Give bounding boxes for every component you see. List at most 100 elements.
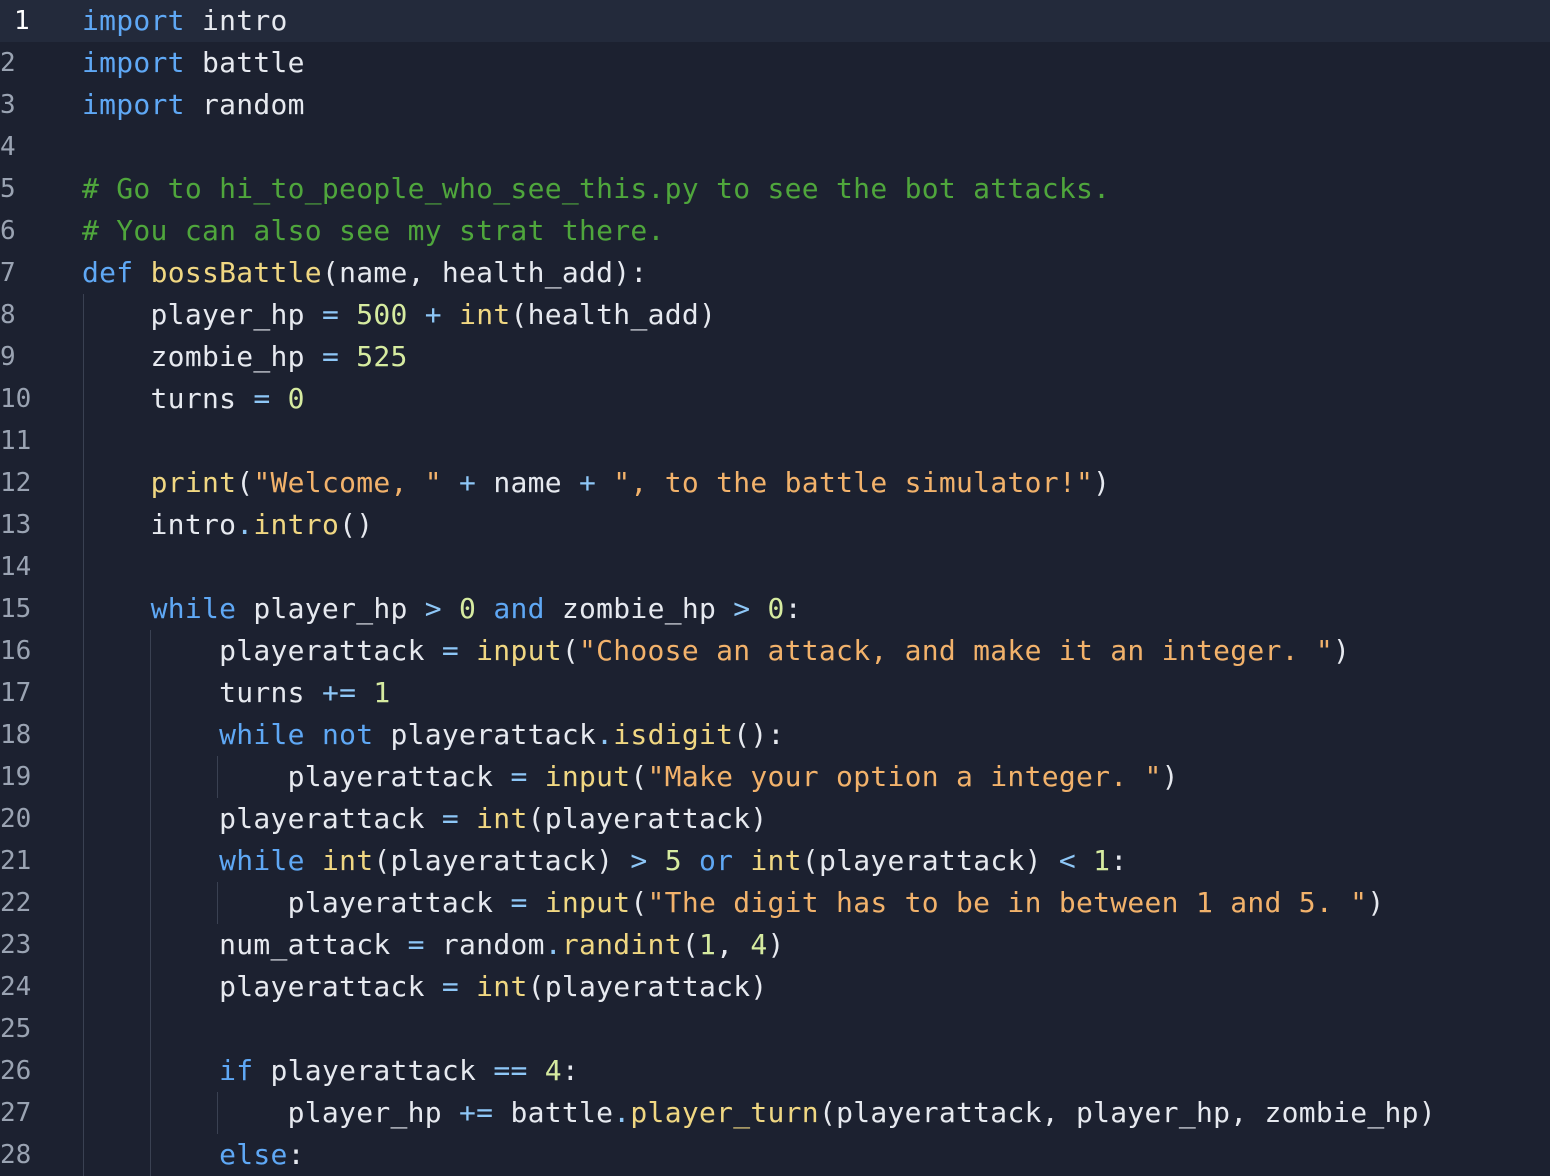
code-text: num_attack = random.randint(1, 4)	[82, 924, 785, 966]
code-token: =	[321, 340, 340, 373]
code-text: playerattack = int(playerattack)	[82, 798, 768, 840]
code-token: playerattack	[82, 970, 442, 1003]
code-token: 525	[356, 340, 408, 373]
code-token: (	[630, 760, 648, 793]
code-line[interactable]: 7 def bossBattle(name, health_add):	[0, 252, 1550, 294]
code-token: +	[459, 466, 477, 499]
code-line[interactable]: 19 playerattack = input("Make your optio…	[0, 756, 1550, 798]
code-text: zombie_hp = 525	[82, 336, 408, 378]
code-token: (playerattack)	[373, 844, 631, 877]
code-line[interactable]: 5 # Go to hi_to_people_who_see_this.py to…	[0, 168, 1550, 210]
code-line[interactable]: 12 print("Welcome, " + name + ", to the …	[0, 462, 1550, 504]
code-line[interactable]: 21 while int(playerattack) > 5 or int(pl…	[0, 840, 1550, 882]
line-number: 4	[0, 132, 16, 162]
code-line[interactable]: 14	[0, 546, 1550, 588]
code-line[interactable]: 9 zombie_hp = 525	[0, 336, 1550, 378]
code-token: 0	[287, 382, 305, 415]
code-line[interactable]: 20 playerattack = int(playerattack)	[0, 798, 1550, 840]
code-text: import intro	[82, 0, 288, 42]
code-token: turns	[82, 676, 322, 709]
code-token: (name, health_add):	[321, 256, 648, 289]
code-token: 4	[544, 1054, 562, 1087]
code-editor[interactable]: 28 else: 27 player_hp += battle.player_tu…	[0, 0, 1550, 1176]
code-token: int	[476, 802, 528, 835]
code-token: )	[1367, 886, 1385, 919]
line-number: 3	[0, 90, 16, 120]
code-token: int	[476, 970, 528, 1003]
indent-guide-inner-while-1	[217, 756, 218, 798]
code-token: randint	[561, 928, 682, 961]
code-token: :	[784, 592, 802, 625]
code-token: if	[219, 1054, 254, 1087]
code-token: playerattack	[82, 886, 511, 919]
code-line[interactable]: 26 if playerattack == 4:	[0, 1050, 1550, 1092]
code-line[interactable]: 4	[0, 126, 1550, 168]
code-line[interactable]: 8 player_hp = 500 + int(health_add)	[0, 294, 1550, 336]
line-number: 21	[0, 846, 32, 876]
code-line[interactable]: 15 while player_hp > 0 and zombie_hp > 0…	[0, 588, 1550, 630]
code-line[interactable]: 13 intro.intro()	[0, 504, 1550, 546]
code-token: intro	[184, 4, 288, 37]
code-token: >	[424, 592, 442, 625]
code-token: random	[424, 928, 545, 961]
code-token: input	[476, 634, 562, 667]
code-line[interactable]: 1 import intro	[0, 0, 1550, 42]
code-line[interactable]: 16 playerattack = input("Choose an attac…	[0, 630, 1550, 672]
code-token: random	[184, 88, 305, 121]
code-token: 1	[698, 928, 717, 961]
code-line[interactable]: 22 playerattack = input("The digit has t…	[0, 882, 1550, 924]
code-token: 500	[356, 298, 408, 331]
line-number: 9	[0, 342, 16, 372]
code-token: (playerattack)	[801, 844, 1059, 877]
code-line[interactable]: 25	[0, 1008, 1550, 1050]
code-text: if playerattack == 4:	[82, 1050, 579, 1092]
code-token: =	[407, 928, 425, 961]
code-token: .	[236, 508, 254, 541]
code-line[interactable]: 6 # You can also see my strat there.	[0, 210, 1550, 252]
code-line[interactable]: 17 turns += 1	[0, 672, 1550, 714]
code-token: :	[561, 1054, 580, 1087]
line-number: 8	[0, 300, 16, 330]
line-number: 17	[0, 678, 32, 708]
code-token: (playerattack)	[527, 970, 768, 1003]
code-line[interactable]: 11	[0, 420, 1550, 462]
code-line[interactable]: 3 import random	[0, 84, 1550, 126]
code-line[interactable]: 24 playerattack = int(playerattack)	[0, 966, 1550, 1008]
code-token: >	[733, 592, 751, 625]
code-line[interactable]: 10 turns = 0	[0, 378, 1550, 420]
code-line[interactable]: 27 player_hp += battle.player_turn(playe…	[0, 1092, 1550, 1134]
code-token: 0	[459, 592, 477, 625]
code-token: zombie_hp	[544, 592, 734, 625]
code-line[interactable]: 28 else:	[0, 1134, 1550, 1176]
code-token: 4	[750, 928, 768, 961]
code-token: )	[1161, 760, 1179, 793]
code-line[interactable]: 2 import battle	[0, 42, 1550, 84]
code-token: turns	[82, 382, 254, 415]
code-text: else:	[82, 1134, 305, 1176]
code-text: while int(playerattack) > 5 or int(playe…	[82, 840, 1127, 882]
line-number: 28	[0, 1140, 32, 1170]
code-line[interactable]: 23 num_attack = random.randint(1, 4)	[0, 924, 1550, 966]
code-token: and	[493, 592, 545, 625]
code-token: ()	[339, 508, 374, 541]
line-number: 26	[0, 1056, 32, 1086]
code-token: while	[219, 844, 305, 877]
code-token: import	[82, 46, 185, 79]
code-token: <	[1058, 844, 1077, 877]
code-text: playerattack = input("Make your option a…	[82, 756, 1179, 798]
code-token: ():	[733, 718, 785, 751]
code-token: input	[544, 886, 631, 919]
code-token: .	[544, 928, 562, 961]
code-line[interactable]: 18 while not playerattack.isdigit():	[0, 714, 1550, 756]
